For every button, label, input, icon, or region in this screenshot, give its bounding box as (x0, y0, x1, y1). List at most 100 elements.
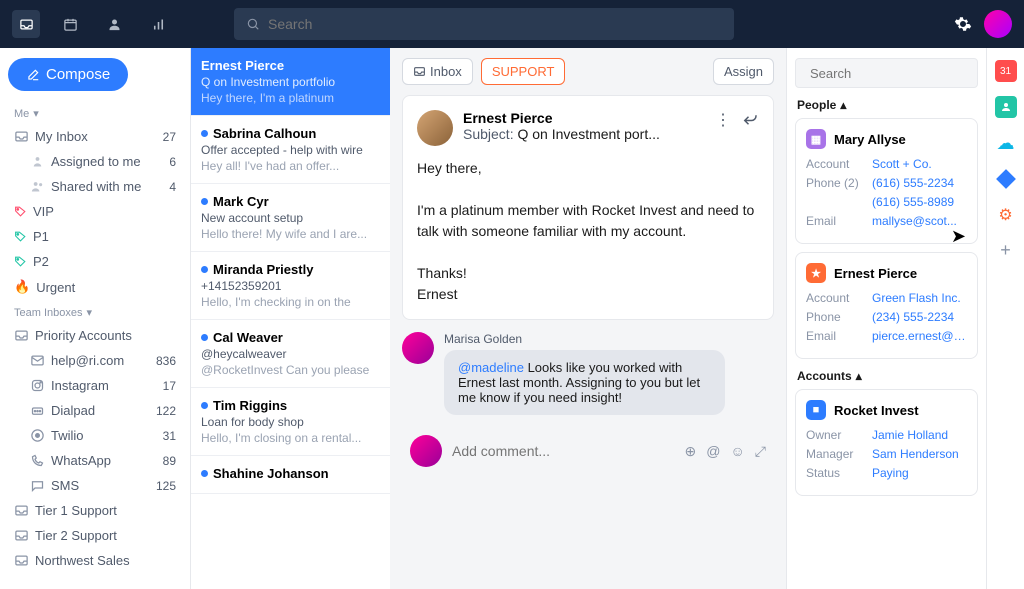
card-value[interactable]: pierce.ernest@gr... (872, 329, 967, 343)
thread-item[interactable]: Tim RigginsLoan for body shopHello, I'm … (191, 388, 390, 456)
more-icon[interactable]: ⋮ (715, 110, 731, 130)
emoji-icon[interactable]: ☺ (731, 443, 745, 460)
thread-item[interactable]: Ernest PierceQ on Investment portfolioHe… (191, 48, 390, 116)
unread-dot-icon (201, 334, 208, 341)
sidebar-my-inbox[interactable]: My Inbox27 (8, 124, 182, 149)
card-value[interactable]: Sam Henderson (872, 447, 959, 461)
chevron-down-icon: ▾ (86, 306, 92, 319)
nav-contacts-icon[interactable] (100, 10, 128, 38)
global-search-input[interactable] (268, 16, 722, 32)
sidebar-tier-1-support[interactable]: Tier 1 Support (8, 498, 182, 523)
unread-dot-icon (201, 402, 208, 409)
thread-item[interactable]: Sabrina CalhounOffer accepted - help wit… (191, 116, 390, 184)
app-hubspot-icon[interactable]: ⚙ (995, 204, 1017, 226)
card-value[interactable]: Jamie Holland (872, 428, 948, 442)
thread-item[interactable]: Miranda Priestly+14152359201Hello, I'm c… (191, 252, 390, 320)
message-subject-line: Subject: Q on Investment port... (463, 126, 660, 142)
sidebar-section-team[interactable]: Team Inboxes▾ (8, 300, 182, 323)
conversation-pane: Inbox SUPPORT Assign Ernest Pierce Subje… (390, 48, 786, 589)
card-value[interactable]: (616) 555-2234 (872, 176, 954, 190)
person-card[interactable]: ★Ernest PierceAccountGreen Flash Inc.Pho… (795, 252, 978, 359)
support-tag-pill[interactable]: SUPPORT (481, 58, 566, 85)
app-salesforce-icon[interactable]: ☁ (995, 132, 1017, 154)
expand-icon[interactable]: ⤢ (755, 443, 766, 460)
thread-list: Ernest PierceQ on Investment portfolioHe… (190, 48, 390, 589)
sidebar-team-dialpad[interactable]: Dialpad122 (8, 398, 182, 423)
person-icon (30, 154, 45, 169)
nav-calendar-icon[interactable] (56, 10, 84, 38)
add-app-icon[interactable]: + (1000, 240, 1011, 261)
comment-author: Marisa Golden (444, 332, 774, 346)
inbox-pill[interactable]: Inbox (402, 58, 473, 85)
sidebar-assigned-to-me[interactable]: Assigned to me6 (8, 149, 182, 174)
card-value[interactable]: Paying (872, 466, 909, 480)
card-value[interactable]: (234) 555-2234 (872, 310, 954, 324)
comment-input[interactable] (452, 443, 675, 459)
card-value[interactable]: Scott + Co. (872, 157, 932, 171)
sidebar-team-whatsapp[interactable]: WhatsApp89 (8, 448, 182, 473)
search-icon (246, 17, 260, 31)
compose-icon (26, 68, 40, 82)
unread-dot-icon (201, 470, 208, 477)
thread-item[interactable]: Shahine Johanson (191, 456, 390, 494)
tag-icon (14, 230, 27, 243)
sidebar-tag-p1[interactable]: P1 (8, 224, 182, 249)
context-panel: People▴ ▦Mary AllyseAccountScott + Co.Ph… (786, 48, 986, 589)
card-value[interactable]: Green Flash Inc. (872, 291, 961, 305)
sidebar-northwest-sales[interactable]: Northwest Sales (8, 548, 182, 573)
nav-analytics-icon[interactable] (144, 10, 172, 38)
thread-item[interactable]: Cal Weaver@heycalweaver@RocketInvest Can… (191, 320, 390, 388)
message-from: Ernest Pierce (463, 110, 660, 126)
accounts-section-header[interactable]: Accounts▴ (797, 369, 976, 383)
top-navigation-bar (0, 0, 1024, 48)
card-badge-icon: ■ (806, 400, 826, 420)
comment-bubble: @madeline Looks like you worked with Ern… (444, 350, 725, 415)
sidebar-urgent[interactable]: 🔥Urgent (8, 274, 182, 300)
chevron-up-icon: ▴ (840, 98, 846, 112)
fire-icon: 🔥 (14, 279, 30, 295)
person-card[interactable]: ▦Mary AllyseAccountScott + Co.Phone (2)(… (795, 118, 978, 244)
account-card[interactable]: ■Rocket InvestOwnerJamie HollandManagerS… (795, 389, 978, 496)
app-calendar-icon[interactable]: 31 (995, 60, 1017, 82)
unread-dot-icon (201, 130, 208, 137)
sidebar-shared-with-me[interactable]: Shared with me4 (8, 174, 182, 199)
card-badge-icon: ★ (806, 263, 826, 283)
card-value[interactable]: mallyse@scot... (872, 214, 957, 228)
left-sidebar: Compose Me▾ My Inbox27 Assigned to me6 S… (0, 48, 190, 589)
global-search[interactable] (234, 8, 734, 40)
message-card: Ernest Pierce Subject: Q on Investment p… (402, 95, 774, 320)
sidebar-tag-p2[interactable]: P2 (8, 249, 182, 274)
sidebar-tier-2-support[interactable]: Tier 2 Support (8, 523, 182, 548)
sidebar-team-instagram[interactable]: Instagram17 (8, 373, 182, 398)
people-section-header[interactable]: People▴ (797, 98, 976, 112)
sidebar-tag-vip[interactable]: VIP (8, 199, 182, 224)
mention[interactable]: @madeline (458, 360, 524, 375)
inbox-icon (14, 129, 29, 144)
sidebar-team-priority-accounts[interactable]: Priority Accounts (8, 323, 182, 348)
card-value[interactable]: (616) 555-8989 (806, 195, 954, 209)
sender-avatar (417, 110, 453, 146)
sidebar-section-me[interactable]: Me▾ (8, 101, 182, 124)
commenter-avatar (402, 332, 434, 364)
sidebar-team-twilio[interactable]: Twilio31 (8, 423, 182, 448)
settings-icon[interactable] (954, 15, 972, 33)
mention-icon[interactable]: @ (706, 443, 720, 460)
add-icon[interactable]: ⊕ (685, 443, 697, 460)
sidebar-team-help-ri-com[interactable]: help@ri.com836 (8, 348, 182, 373)
tag-icon (14, 255, 27, 268)
thread-item[interactable]: Mark CyrNew account setupHello there! My… (191, 184, 390, 252)
context-search-input[interactable] (810, 66, 986, 81)
nav-inbox-icon[interactable] (12, 10, 40, 38)
tag-icon (14, 205, 27, 218)
reply-icon[interactable] (741, 110, 759, 130)
app-jira-icon[interactable] (995, 168, 1017, 190)
chevron-down-icon: ▾ (33, 107, 39, 120)
user-avatar[interactable] (984, 10, 1012, 38)
compose-label: Compose (46, 66, 110, 83)
assign-button[interactable]: Assign (713, 58, 774, 85)
context-search[interactable] (795, 58, 978, 88)
sidebar-team-sms[interactable]: SMS125 (8, 473, 182, 498)
app-contacts-icon[interactable] (995, 96, 1017, 118)
compose-button[interactable]: Compose (8, 58, 128, 91)
people-icon (30, 179, 45, 194)
